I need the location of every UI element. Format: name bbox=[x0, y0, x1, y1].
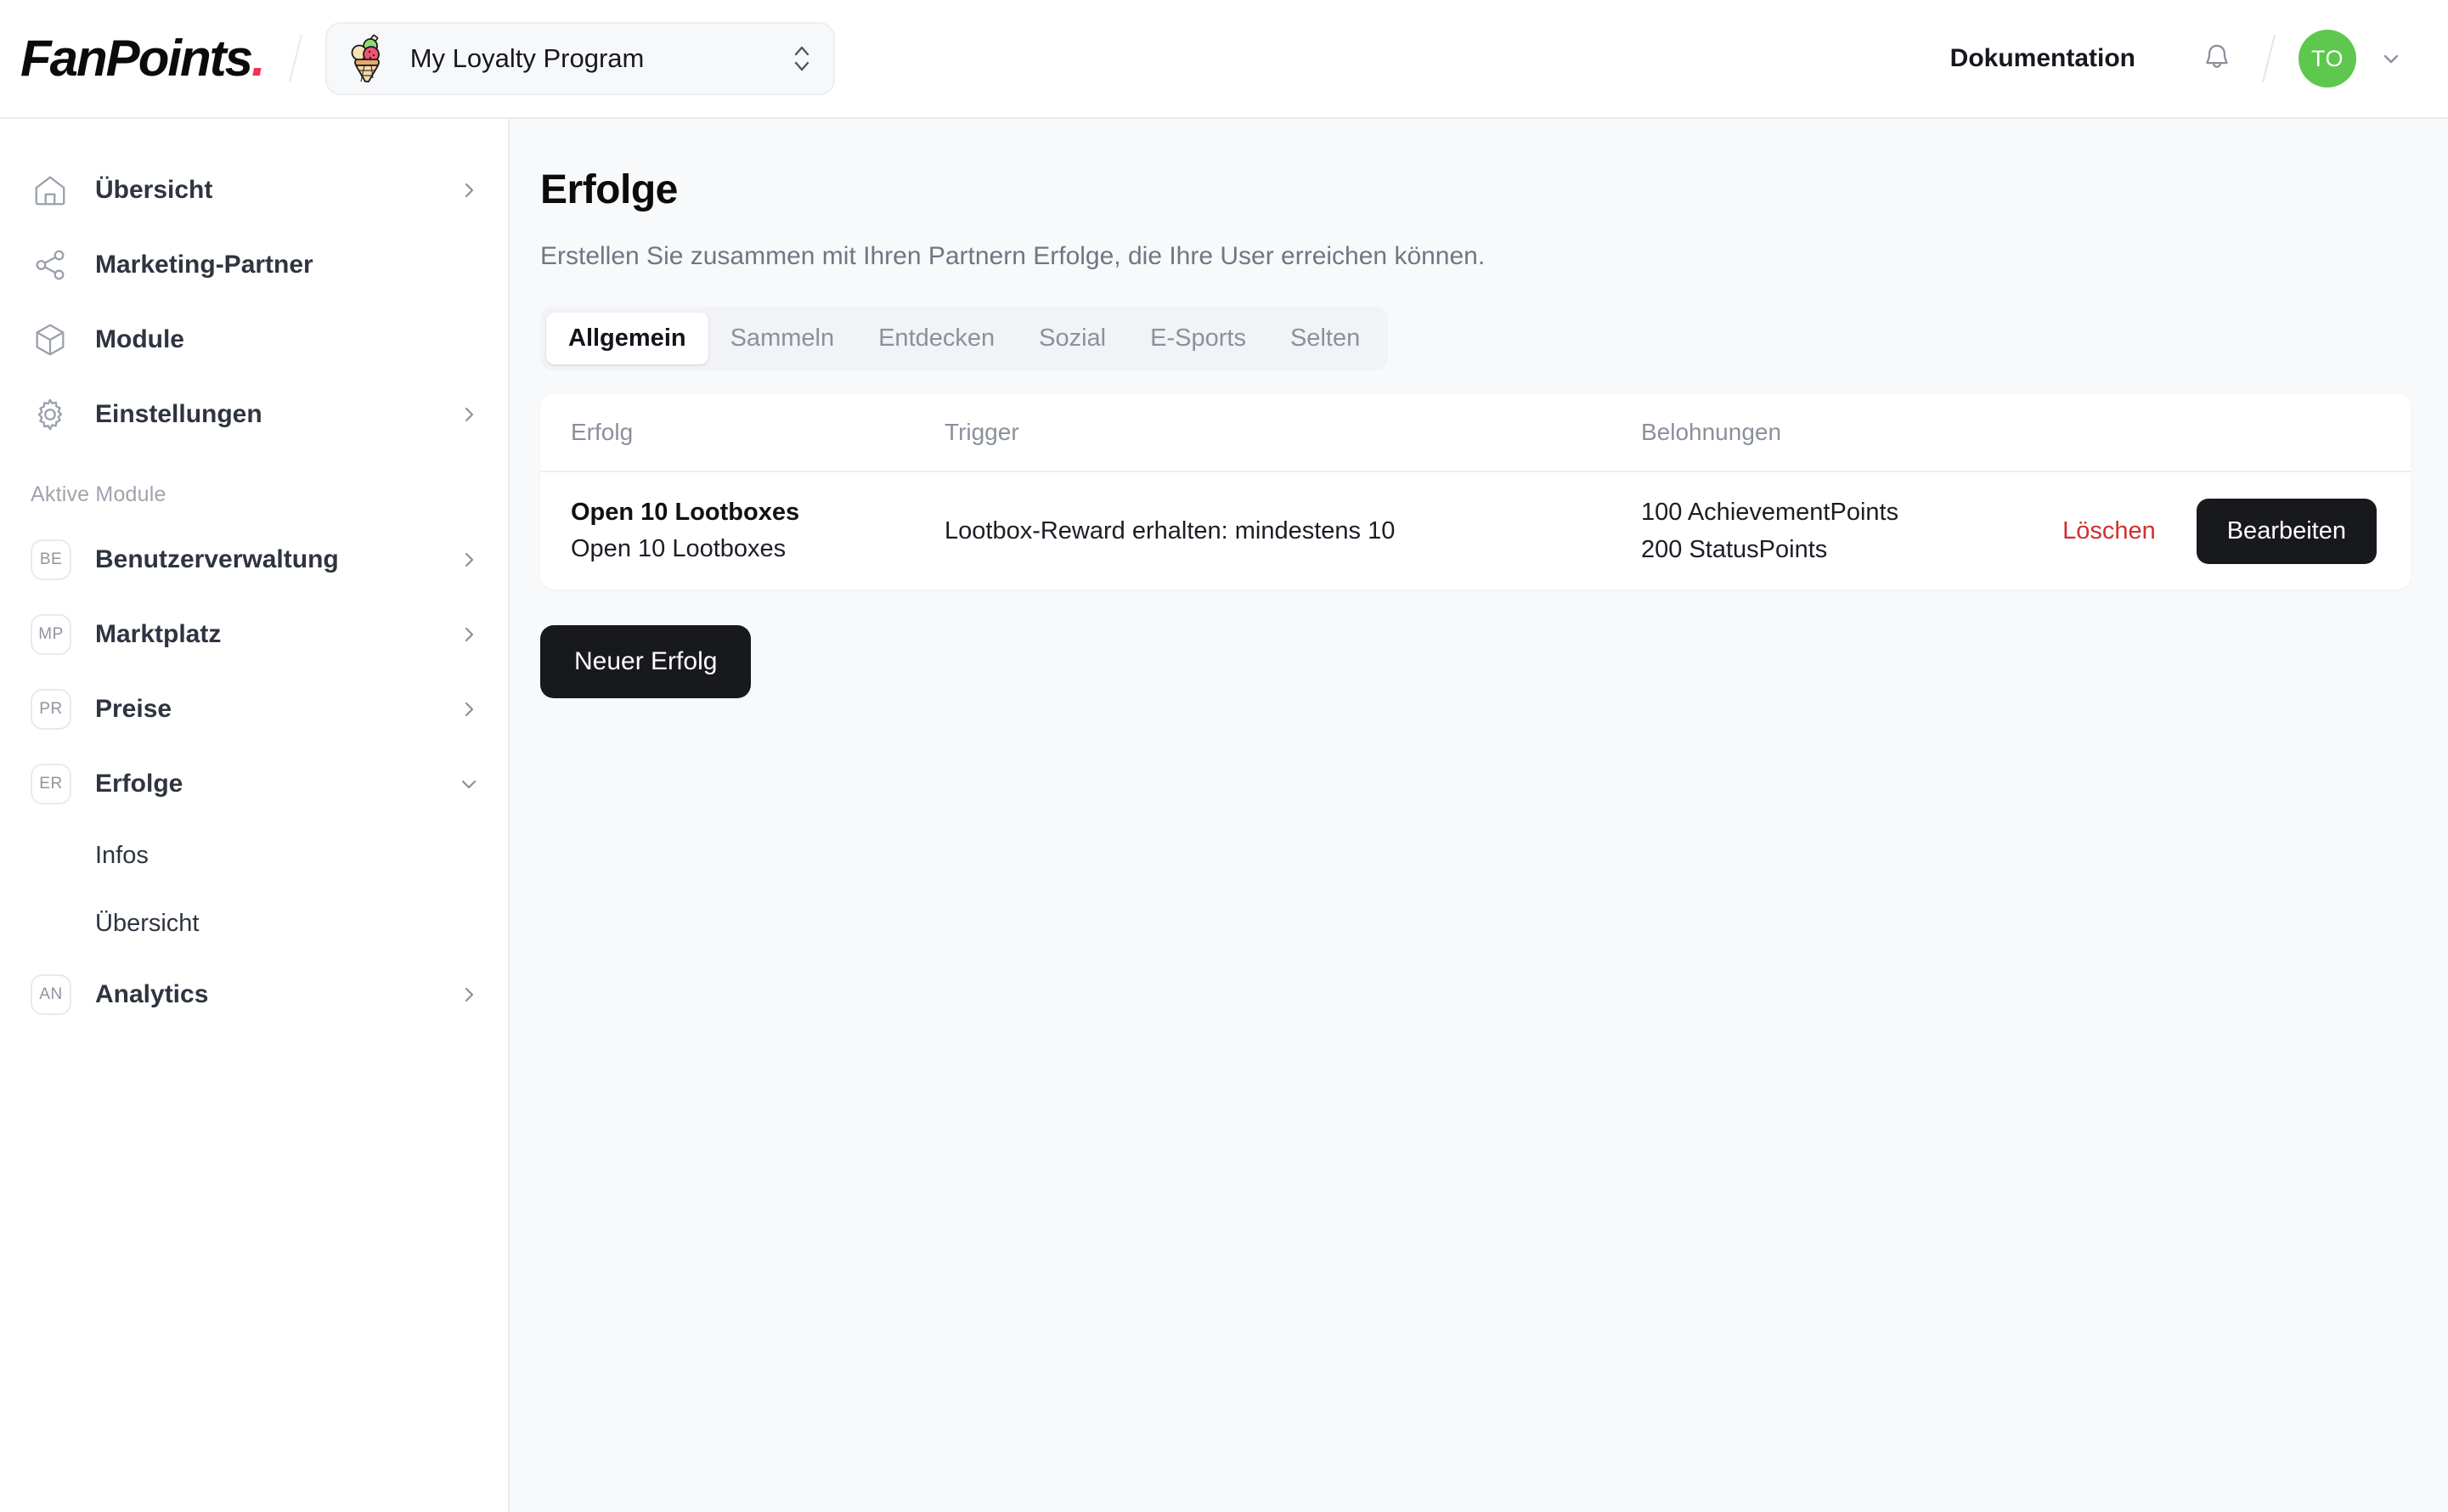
brand-logo[interactable]: FanPoints. bbox=[20, 30, 266, 87]
sidebar-item-label: Preise bbox=[95, 695, 172, 723]
sidebar-item-preise[interactable]: PR Preise bbox=[0, 672, 508, 747]
chevron-down-icon bbox=[459, 774, 479, 794]
brand-dot: . bbox=[251, 30, 266, 87]
documentation-link[interactable]: Dokumentation bbox=[1950, 44, 2135, 73]
header-actions: Dokumentation TO bbox=[1950, 30, 2411, 87]
sidebar-item-label: Analytics bbox=[95, 980, 209, 1008]
module-badge: AN bbox=[31, 974, 71, 1015]
sidebar-item-erfolge[interactable]: ER Erfolge bbox=[0, 747, 508, 821]
sidebar-item-label: Marktplatz bbox=[95, 620, 222, 648]
gear-icon bbox=[31, 395, 70, 434]
chevron-right-icon bbox=[459, 550, 479, 570]
page-title: Erfolge bbox=[540, 167, 678, 212]
module-badge: BE bbox=[31, 539, 71, 580]
sidebar-item-label: Benutzerverwaltung bbox=[95, 545, 339, 573]
module-badge: MP bbox=[31, 614, 71, 655]
sidebar-subitem-uebersicht[interactable]: Übersicht bbox=[0, 889, 508, 957]
chevron-right-icon bbox=[459, 699, 479, 719]
brand-name: FanPoints bbox=[20, 30, 253, 87]
header-divider bbox=[288, 35, 302, 82]
chevron-right-icon bbox=[459, 624, 479, 645]
chevron-up-down-icon[interactable] bbox=[791, 40, 813, 77]
program-selector[interactable]: My Loyalty Program bbox=[324, 22, 835, 95]
app-body: Übersicht Marketing-Partner Module Einst… bbox=[0, 119, 2448, 1512]
achievement-title: Open 10 Lootboxes bbox=[571, 499, 800, 526]
cell-erfolg: Open 10 Lootboxes Open 10 Lootboxes bbox=[571, 499, 945, 563]
share-icon bbox=[31, 245, 70, 285]
sidebar-section-title: Aktive Module bbox=[31, 482, 166, 506]
module-badge: PR bbox=[31, 689, 71, 730]
cell-trigger: Lootbox-Reward erhalten: mindestens 10 bbox=[945, 516, 1396, 544]
tab-allgemein[interactable]: Allgemein bbox=[546, 313, 708, 364]
tab-selten[interactable]: Selten bbox=[1268, 313, 1382, 364]
reward-item: 100 AchievementPoints bbox=[1641, 498, 1899, 526]
sidebar-item-benutzerverwaltung[interactable]: BE Benutzerverwaltung bbox=[0, 522, 508, 597]
sidebar-item-label: Module bbox=[95, 325, 184, 353]
bell-icon[interactable] bbox=[2195, 37, 2239, 81]
sidebar-item-label: Erfolge bbox=[95, 770, 183, 798]
ice-cream-icon bbox=[346, 34, 390, 83]
column-header-belohnungen: Belohnungen bbox=[1641, 419, 1782, 445]
sidebar-item-label: Marketing-Partner bbox=[95, 251, 313, 279]
page-subtitle: Erstellen Sie zusammen mit Ihren Partner… bbox=[540, 242, 1486, 270]
main-content: Erfolge Erstellen Sie zusammen mit Ihren… bbox=[510, 119, 2448, 1512]
achievement-description: Open 10 Lootboxes bbox=[571, 535, 787, 562]
column-header-trigger: Trigger bbox=[945, 419, 1019, 445]
cell-belohnungen: 100 AchievementPoints 200 StatusPoints bbox=[1641, 499, 1901, 564]
chevron-right-icon bbox=[459, 180, 479, 200]
table-row: Open 10 Lootboxes Open 10 Lootboxes Loot… bbox=[540, 472, 2411, 590]
tab-e-sports[interactable]: E-Sports bbox=[1128, 313, 1268, 364]
header-slash-divider bbox=[2262, 35, 2276, 82]
delete-link[interactable]: Löschen bbox=[2062, 517, 2156, 545]
sidebar-subitem-label: Infos bbox=[95, 841, 149, 869]
cell-actions: Löschen Bearbeiten bbox=[1901, 498, 2377, 564]
sidebar-item-analytics[interactable]: AN Analytics bbox=[0, 957, 508, 1032]
cube-icon bbox=[31, 320, 70, 359]
tab-sammeln[interactable]: Sammeln bbox=[708, 313, 857, 364]
sidebar-item-marktplatz[interactable]: MP Marktplatz bbox=[0, 597, 508, 672]
new-achievement-button[interactable]: Neuer Erfolg bbox=[540, 625, 752, 698]
app-header: FanPoints. My Loyalty Program Dokumentat… bbox=[0, 0, 2448, 119]
category-tabs: Allgemein Sammeln Entdecken Sozial E-Spo… bbox=[540, 307, 1389, 370]
sidebar-subitem-label: Übersicht bbox=[95, 909, 200, 937]
column-header-erfolg: Erfolg bbox=[571, 419, 634, 445]
sidebar-item-module[interactable]: Module bbox=[0, 302, 508, 377]
tab-sozial[interactable]: Sozial bbox=[1017, 313, 1128, 364]
chevron-right-icon bbox=[459, 984, 479, 1005]
tab-entdecken[interactable]: Entdecken bbox=[856, 313, 1017, 364]
home-icon bbox=[31, 171, 70, 210]
table-header-row: Erfolg Trigger Belohnungen bbox=[540, 394, 2411, 472]
reward-item: 200 StatusPoints bbox=[1641, 535, 1828, 563]
sidebar-item-uebersicht[interactable]: Übersicht bbox=[0, 153, 508, 228]
sidebar-item-marketing-partner[interactable]: Marketing-Partner bbox=[0, 228, 508, 302]
edit-button[interactable]: Bearbeiten bbox=[2196, 498, 2377, 564]
sidebar-item-label: Einstellungen bbox=[95, 400, 262, 428]
sidebar-item-einstellungen[interactable]: Einstellungen bbox=[0, 377, 508, 452]
module-badge: ER bbox=[31, 764, 71, 804]
program-name: My Loyalty Program bbox=[409, 43, 645, 73]
achievements-table: Erfolg Trigger Belohnungen Open 10 Lootb… bbox=[540, 394, 2411, 590]
sidebar: Übersicht Marketing-Partner Module Einst… bbox=[0, 119, 510, 1512]
avatar[interactable]: TO bbox=[2299, 30, 2356, 87]
sidebar-subitem-infos[interactable]: Infos bbox=[0, 821, 508, 889]
chevron-down-icon[interactable] bbox=[2372, 39, 2411, 78]
sidebar-item-label: Übersicht bbox=[95, 176, 213, 204]
chevron-right-icon bbox=[459, 404, 479, 425]
